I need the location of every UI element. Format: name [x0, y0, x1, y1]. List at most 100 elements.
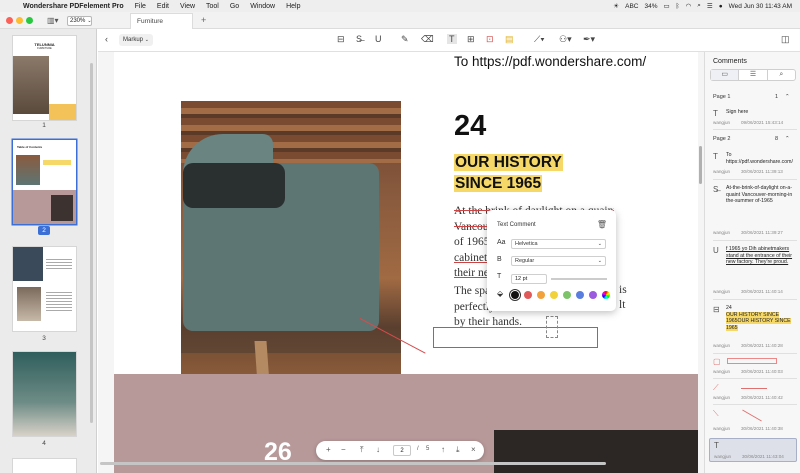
- color-picker-icon[interactable]: [602, 291, 610, 299]
- menu-file[interactable]: File: [135, 3, 146, 10]
- comment-text: f 1965 yo Dih abinetmakers stand at the …: [726, 246, 793, 266]
- brightness-icon[interactable]: ☀: [613, 2, 619, 10]
- font-select[interactable]: Helvetica ⌄: [511, 239, 606, 249]
- stamp-icon[interactable]: ⚇▾: [559, 34, 572, 45]
- zoom-out-icon[interactable]: −: [341, 445, 346, 454]
- control-center-icon[interactable]: ☰: [707, 2, 713, 10]
- panel-toggle-icon[interactable]: ◫: [781, 34, 790, 45]
- sidebar-toggle-icon[interactable]: ▥▾: [47, 16, 59, 25]
- menu-view[interactable]: View: [180, 3, 195, 10]
- add-tab-button[interactable]: +: [201, 15, 206, 25]
- comment-item[interactable]: U f 1965 yo Dih abinetmakers stand at th…: [709, 244, 797, 296]
- chevron-down-icon: ⌄: [597, 241, 602, 247]
- battery-percent[interactable]: 34%: [644, 3, 657, 10]
- filter-icon[interactable]: ☰: [739, 70, 768, 80]
- strikethrough-icon[interactable]: S̶: [356, 34, 362, 44]
- thumbnail-page-1[interactable]: TELUNNIA FURNITURE: [13, 36, 76, 120]
- page-input[interactable]: 2: [393, 445, 411, 456]
- comment-item-selected[interactable]: T wangjun 30/06/2021 11:43:04: [709, 438, 797, 462]
- size-slider[interactable]: [551, 278, 607, 280]
- menu-help[interactable]: Help: [286, 3, 300, 10]
- comment-item[interactable]: ⟍ wangjun 30/06/2021 11:40:38: [709, 407, 797, 435]
- thumbnail-page-3[interactable]: [13, 247, 76, 331]
- comment-user: wangjun: [713, 395, 731, 400]
- color-swatch-purple[interactable]: [589, 291, 597, 299]
- input-source[interactable]: ABC: [625, 3, 638, 10]
- close-window-button[interactable]: [6, 17, 13, 24]
- comment-item[interactable]: S̶ At-the-brink-of-daylight on-a-quaint …: [709, 183, 797, 237]
- app-menu[interactable]: Wondershare PDFelement Pro: [23, 3, 124, 10]
- text-comment-icon[interactable]: T: [447, 34, 457, 44]
- comment-item[interactable]: ▢ wangjun 30/06/2021 11:40:03: [709, 355, 797, 377]
- comment-list-icon[interactable]: ▭: [711, 70, 740, 80]
- text-box-icon[interactable]: ⊞: [467, 34, 475, 45]
- pencil-icon[interactable]: ✎: [401, 34, 409, 45]
- prev-page-icon[interactable]: ↓: [376, 445, 380, 454]
- page-1-section[interactable]: Page 1 1 ⌃: [713, 94, 797, 100]
- tab-furniture[interactable]: Furniture: [130, 13, 193, 29]
- comment-meta: wangjun 30/06/2021 11:40:42: [713, 395, 783, 400]
- mode-select[interactable]: Markup ⌄: [119, 34, 153, 46]
- color-swatch-red[interactable]: [524, 291, 532, 299]
- menu-edit[interactable]: Edit: [157, 3, 169, 10]
- heading-line-1[interactable]: OUR HISTORY: [454, 154, 563, 171]
- next-page-icon[interactable]: ↑: [441, 445, 445, 454]
- color-swatch-yellow[interactable]: [550, 291, 558, 299]
- comment-meta: wangjun 30/06/2021 11:40:28: [713, 343, 783, 348]
- zoom-window-button[interactable]: [26, 17, 33, 24]
- sidebar-scrollbar[interactable]: [90, 63, 93, 423]
- comment-text: 24 OUR HISTORY SINCE 1965OUR HISTORY SINC…: [726, 305, 794, 331]
- text-cursor-box[interactable]: [546, 316, 558, 338]
- heading-line-2[interactable]: SINCE 1965: [454, 175, 543, 192]
- comment-item[interactable]: ⟋ wangjun 30/06/2021 11:40:42: [709, 381, 797, 403]
- comment-date: 30/06/2021 11:43:04: [742, 454, 784, 459]
- size-select[interactable]: 12 pt: [511, 274, 547, 284]
- search-icon[interactable]: ⌕: [697, 2, 701, 10]
- shape-icon[interactable]: ⟋▾: [534, 34, 545, 45]
- section-count: 1: [775, 94, 779, 100]
- wifi-icon[interactable]: ◠: [686, 2, 692, 10]
- clock[interactable]: Wed Jun 30 11:43 AM: [729, 3, 792, 10]
- search-icon[interactable]: ⌕: [768, 70, 795, 80]
- menu-go[interactable]: Go: [230, 3, 239, 10]
- back-icon[interactable]: ‹: [105, 34, 108, 44]
- zoom-in-icon[interactable]: +: [326, 445, 331, 454]
- minimize-window-button[interactable]: [16, 17, 23, 24]
- first-page-icon[interactable]: ⤒: [360, 445, 364, 455]
- color-swatch-blue[interactable]: [576, 291, 584, 299]
- bluetooth-icon[interactable]: ᛒ: [676, 3, 680, 10]
- comment-item[interactable]: T To https://pdf.wondershare.com/ wangju…: [709, 150, 797, 176]
- comment-item[interactable]: ⊟ 24 OUR HISTORY SINCE 1965OUR HISTORY SI…: [709, 303, 797, 351]
- url-text-annotation[interactable]: To https://pdf.wondershare.com/: [454, 54, 646, 69]
- menu-window[interactable]: Window: [250, 3, 275, 10]
- menu-tool[interactable]: Tool: [206, 3, 219, 10]
- page-2-section[interactable]: Page 2 8 ⌃: [713, 136, 797, 142]
- thumbnail-page-4[interactable]: [13, 352, 76, 436]
- thumbnail-page-5[interactable]: [13, 459, 76, 473]
- comment-date: 30/06/2021 11:39:13: [741, 169, 783, 174]
- trash-icon[interactable]: 🗑: [597, 220, 607, 229]
- note-icon[interactable]: ▤: [505, 34, 514, 45]
- underline-icon[interactable]: U: [375, 34, 382, 44]
- zoom-select[interactable]: 230% ⌄: [67, 15, 92, 26]
- color-swatch-orange[interactable]: [537, 291, 545, 299]
- comment-highlight-text: OUR HISTORY SINCE 1965OUR HISTORY SINCE …: [726, 311, 791, 331]
- style-select[interactable]: Regular ⌄: [511, 256, 606, 266]
- horizontal-scrollbar[interactable]: [100, 462, 606, 465]
- callout-icon[interactable]: ⊡: [486, 34, 494, 45]
- highlight-icon[interactable]: ⊟: [337, 34, 345, 45]
- thumbnail-page-2[interactable]: Table of Contents: [13, 140, 76, 224]
- document-scrollbar[interactable]: [699, 146, 702, 184]
- comments-panel: Comments ▭ ☰ ⌕ Page 1 1 ⌃ T Sign here wa…: [704, 52, 800, 473]
- color-swatch-green[interactable]: [563, 291, 571, 299]
- comment-item[interactable]: T Sign here wangjun 09/06/2021 15:43:14: [709, 107, 797, 127]
- thumbnail-highlight: [43, 160, 71, 165]
- eraser-icon[interactable]: ⌫: [421, 34, 434, 45]
- last-page-icon[interactable]: ⤓: [456, 445, 460, 455]
- close-icon[interactable]: ×: [471, 445, 476, 454]
- siri-icon[interactable]: ●: [719, 3, 723, 10]
- color-swatch-black[interactable]: [511, 291, 519, 299]
- battery-icon[interactable]: ▭: [664, 2, 670, 10]
- signature-icon[interactable]: ✒▾: [583, 34, 595, 45]
- rectangle-annotation[interactable]: [433, 327, 598, 348]
